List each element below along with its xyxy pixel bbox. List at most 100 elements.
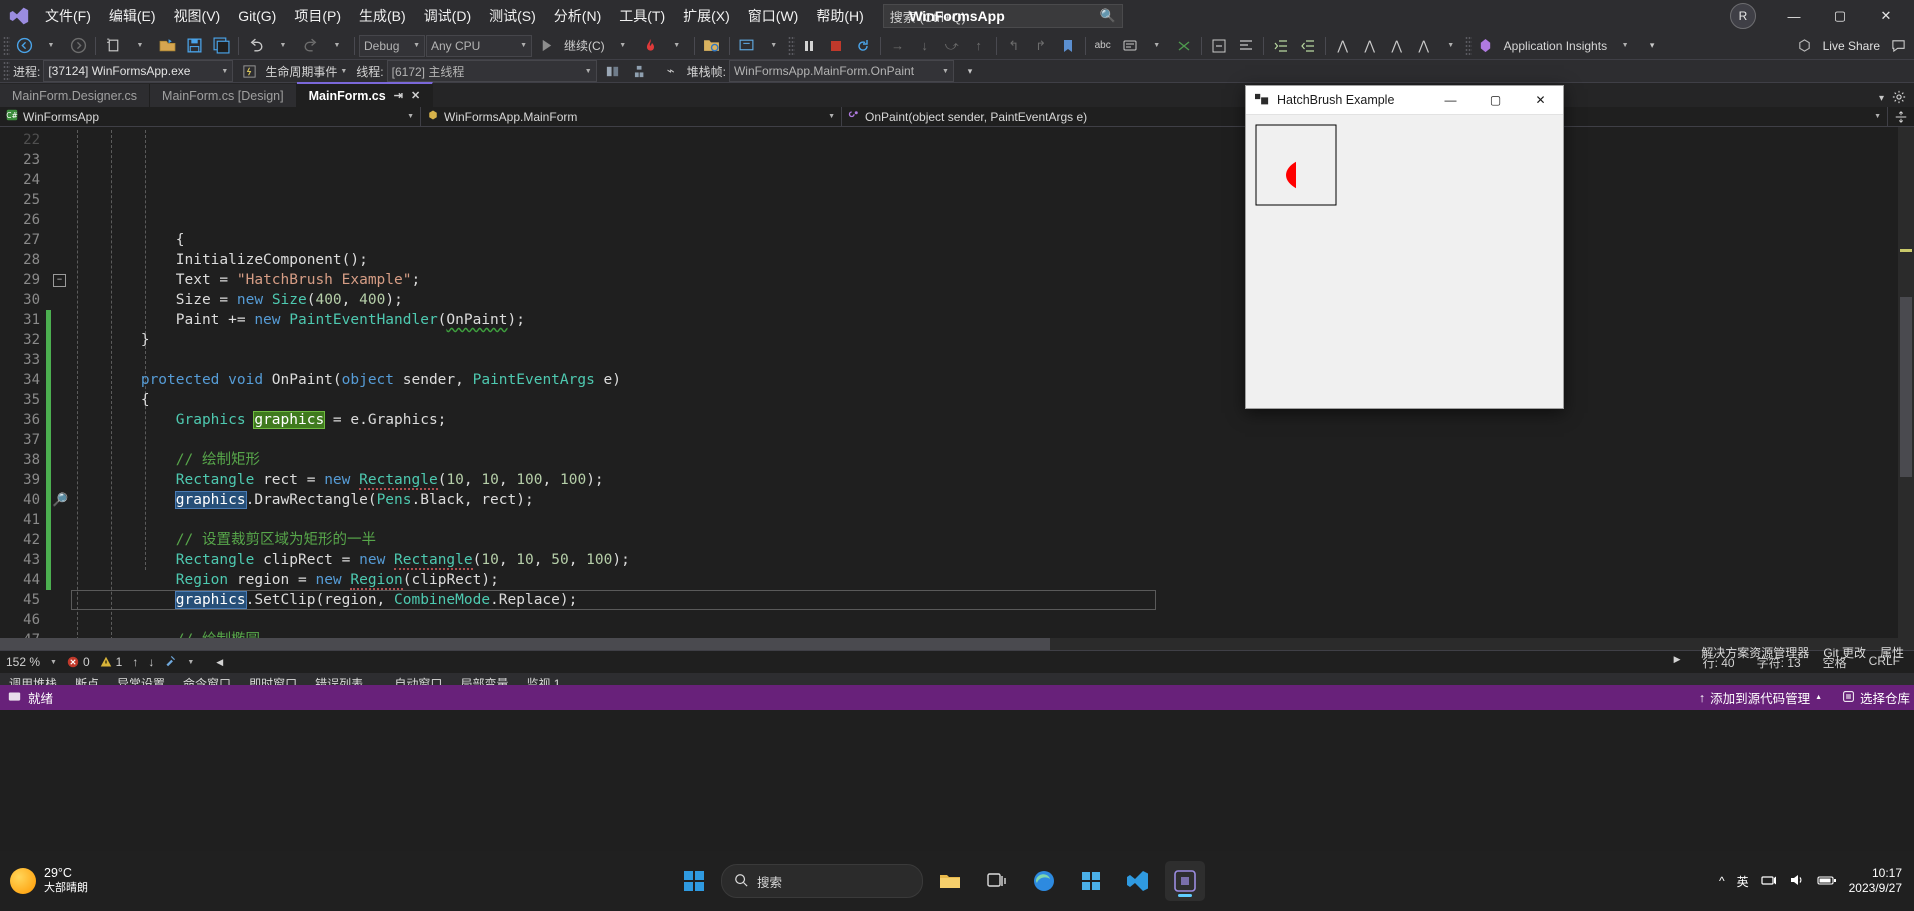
next-issue-button[interactable]: ↓ xyxy=(148,655,154,669)
application-insights-label[interactable]: Application Insights xyxy=(1500,34,1611,58)
editor-horizontal-scrollbar[interactable] xyxy=(0,638,1898,650)
redo-dropdown-icon[interactable]: ▼ xyxy=(324,34,350,58)
uncomment-selection-icon[interactable] xyxy=(1171,34,1197,58)
glyph-slot[interactable] xyxy=(51,570,71,590)
continue-play-icon[interactable] xyxy=(533,34,559,58)
menu-item-window[interactable]: 窗口(W) xyxy=(739,1,808,31)
menu-item-file[interactable]: 文件(F) xyxy=(36,1,100,31)
menu-item-help[interactable]: 帮助(H) xyxy=(807,1,872,31)
avatar[interactable]: R xyxy=(1730,3,1756,29)
undo-dropdown-icon[interactable]: ▼ xyxy=(270,34,296,58)
glyph-slot[interactable] xyxy=(51,390,71,410)
toolbar-grip[interactable] xyxy=(1464,35,1472,56)
menu-item-test[interactable]: 测试(S) xyxy=(480,1,545,31)
code-editor[interactable]: 22 23 24 25 26 27 28 29 30 31 32 33 34 35 36 37 38 39 40 41… xyxy=(0,127,1914,650)
code-line[interactable] xyxy=(71,610,1914,630)
parallel-stacks-icon[interactable] xyxy=(629,59,655,83)
close-button[interactable]: ✕ xyxy=(1864,0,1908,32)
glyph-slot[interactable] xyxy=(51,210,71,230)
live-share-icon[interactable] xyxy=(1792,34,1818,58)
dock-tab[interactable]: 属性 xyxy=(1880,644,1904,661)
tab-mainform-cs[interactable]: MainForm.cs ⇥ ✕ xyxy=(296,82,434,107)
code-text-area[interactable]: { InitializeComponent(); Text = "HatchBr… xyxy=(71,127,1914,650)
show-call-stack-icon[interactable]: ⌁ xyxy=(658,59,684,83)
step-options-dropdown-icon[interactable]: ▼ xyxy=(761,34,787,58)
chevron-down-icon[interactable]: ▾ xyxy=(1879,93,1884,104)
code-line[interactable]: // 设置裁剪区域为矩形的一半 xyxy=(71,530,1914,550)
split-editor-icon[interactable] xyxy=(1888,110,1914,124)
glyph-slot[interactable] xyxy=(51,230,71,250)
pause-icon[interactable] xyxy=(796,34,822,58)
toolbar-grip[interactable] xyxy=(3,35,10,56)
glyph-slot[interactable] xyxy=(51,150,71,170)
tray-expand-icon[interactable]: ^ xyxy=(1719,874,1725,888)
app-close-button[interactable]: ✕ xyxy=(1518,86,1563,114)
code-line[interactable]: InitializeComponent(); xyxy=(71,250,1914,270)
application-insights-dropdown-icon[interactable]: ▼ xyxy=(1612,34,1638,58)
code-line[interactable]: Rectangle rect = new Rectangle(10, 10, 1… xyxy=(71,470,1914,490)
glyph-slot[interactable] xyxy=(51,550,71,570)
menu-item-edit[interactable]: 编辑(E) xyxy=(100,1,165,31)
step-into-specific-icon[interactable] xyxy=(734,34,760,58)
glyph-slot[interactable] xyxy=(51,530,71,550)
file-explorer-button[interactable] xyxy=(930,861,970,901)
glyph-slot[interactable] xyxy=(51,330,71,350)
ime-indicator[interactable]: 英 xyxy=(1737,873,1749,890)
menu-item-project[interactable]: 项目(P) xyxy=(285,1,350,31)
indent-icon[interactable] xyxy=(1268,34,1294,58)
menu-item-analyze[interactable]: 分析(N) xyxy=(545,1,610,31)
previous-issue-button[interactable]: ↑ xyxy=(132,655,138,669)
app-window-titlebar[interactable]: HatchBrush Example — ▢ ✕ xyxy=(1246,86,1563,115)
glyph-slot[interactable] xyxy=(51,370,71,390)
navigate-backward-dropdown-icon[interactable]: ▼ xyxy=(38,34,64,58)
application-insights-icon[interactable] xyxy=(1473,34,1499,58)
live-share-button[interactable]: Live Share xyxy=(1819,34,1884,58)
step-into-icon[interactable]: ↓ xyxy=(912,34,938,58)
glyph-slot[interactable] xyxy=(51,590,71,610)
minimize-button[interactable]: — xyxy=(1772,0,1816,32)
hot-reload-icon[interactable] xyxy=(637,34,663,58)
step-out-icon[interactable]: ↑ xyxy=(966,34,992,58)
code-line[interactable]: { xyxy=(71,390,1914,410)
glyph-slot[interactable] xyxy=(51,410,71,430)
breadcrumb-project[interactable]: C# WinFormsApp ▼ xyxy=(0,107,421,126)
code-line[interactable]: protected void OnPaint(object sender, Pa… xyxy=(71,370,1914,390)
pin-icon[interactable]: ⇥ xyxy=(394,89,403,102)
error-count[interactable]: 0 xyxy=(67,655,90,669)
navigate-forward-icon[interactable] xyxy=(65,34,91,58)
toggle-outlining-icon[interactable] xyxy=(1206,34,1232,58)
continue-dropdown-icon[interactable]: ▼ xyxy=(610,34,636,58)
code-line[interactable]: } xyxy=(71,330,1914,350)
comment-selection-icon[interactable] xyxy=(1117,34,1143,58)
code-line[interactable]: Size = new Size(400, 400); xyxy=(71,290,1914,310)
scrollbar-thumb[interactable] xyxy=(1900,297,1912,477)
editor-vertical-scrollbar[interactable] xyxy=(1898,127,1914,650)
save-all-icon[interactable] xyxy=(208,34,234,58)
solution-configuration-select[interactable]: Debug ▼ xyxy=(359,34,425,57)
glyph-slot[interactable] xyxy=(51,510,71,530)
code-line[interactable]: graphics.SetClip(region, CombineMode.Rep… xyxy=(71,590,1156,610)
scrollbar-thumb[interactable] xyxy=(0,638,1050,650)
step-over-icon[interactable]: ⤻ xyxy=(939,34,965,58)
dock-tab[interactable]: Git 更改 xyxy=(1823,644,1866,661)
menu-item-view[interactable]: 视图(V) xyxy=(165,1,230,31)
warning-count[interactable]: 1 xyxy=(100,655,122,669)
start-button[interactable] xyxy=(674,861,714,901)
code-line[interactable]: graphics.DrawRectangle(Pens.Black, rect)… xyxy=(71,490,1914,510)
glyph-slot[interactable] xyxy=(51,350,71,370)
search-input[interactable]: 搜索 (Ctrl+Q) 🔍 xyxy=(882,4,1123,28)
zoom-level[interactable]: 152 % xyxy=(6,655,40,669)
glyph-slot[interactable] xyxy=(51,130,71,150)
open-file-icon[interactable] xyxy=(154,34,180,58)
feedback-icon[interactable] xyxy=(1885,34,1911,58)
show-next-statement-icon[interactable]: → xyxy=(885,34,911,58)
menu-item-extensions[interactable]: 扩展(X) xyxy=(674,1,739,31)
task-view-button[interactable] xyxy=(977,861,1017,901)
spell-check-icon[interactable]: abc xyxy=(1090,34,1116,58)
glyph-slot[interactable] xyxy=(51,250,71,270)
navigate-backward-icon[interactable] xyxy=(11,34,37,58)
menu-item-build[interactable]: 生成(B) xyxy=(350,1,415,31)
glyph-slot[interactable] xyxy=(51,290,71,310)
redo-icon[interactable] xyxy=(297,34,323,58)
toolbar-grip[interactable] xyxy=(3,61,10,81)
